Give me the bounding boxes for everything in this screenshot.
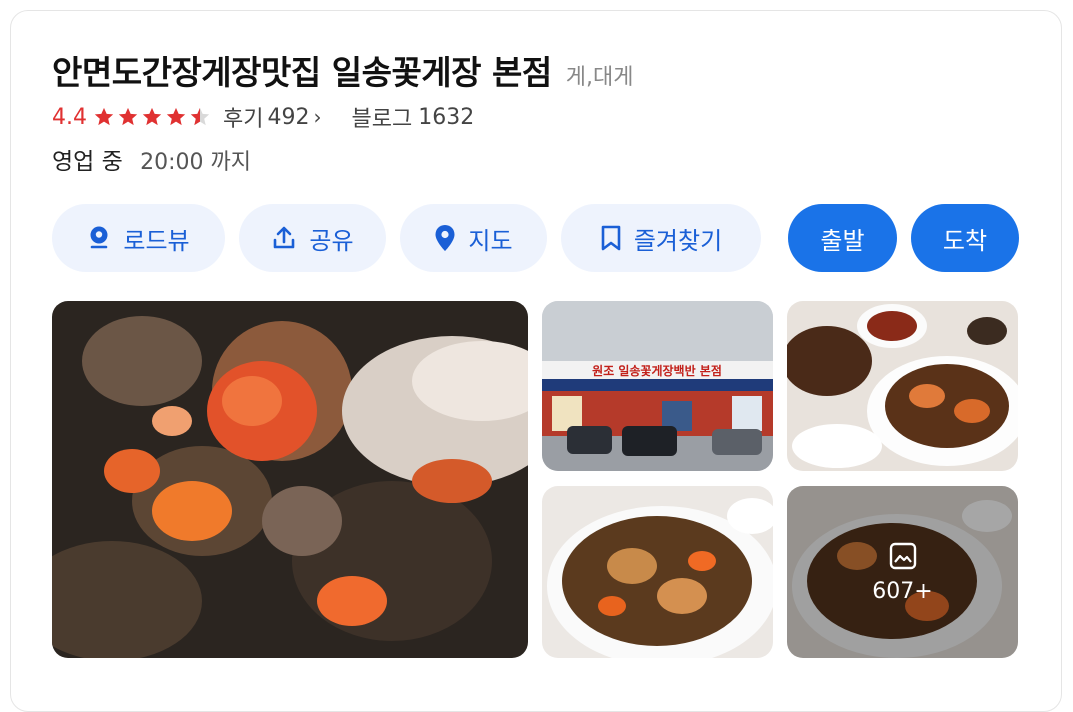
star-icon [142,107,162,126]
depart-button[interactable]: 출발 [788,204,897,272]
arrive-button[interactable]: 도착 [911,204,1019,272]
photo-gallery-icon [889,542,916,569]
crab-table-image [787,301,1018,471]
storefront-sign-text: 원조 일송꽃게장백반 본점 [592,363,722,378]
place-category: 게,대게 [565,65,634,90]
depart-label: 출발 [820,226,865,255]
chevron-right-icon[interactable]: › [313,105,321,129]
star-icon [166,107,186,126]
map-label: 지도 [468,226,513,255]
dish-photo-2[interactable] [542,486,773,658]
share-icon [274,226,295,249]
crab-closeup-image [52,301,528,658]
map-button[interactable]: 지도 [400,204,547,272]
blog-count[interactable]: 1632 [418,105,474,130]
title-row: 안면도간장게장맛집 일송꽃게장 본점 게,대게 [52,46,633,94]
review-link[interactable]: 후기 [223,101,263,133]
roadview-label: 로드뷰 [123,226,190,255]
bookmark-label: 즐겨찾기 [633,226,723,255]
open-status: 영업 중 [52,149,123,175]
rating-row: 4.4 후기 492 › 블로그 1632 [52,101,474,133]
bookmark-button[interactable]: 즐겨찾기 [561,204,761,272]
hours-row: 영업 중 20:00 까지 [52,142,251,176]
star-icon [118,107,138,126]
storefront-photo[interactable]: 원조 일송꽃게장백반 본점 [542,301,773,471]
more-photos-overlay: 607+ [787,486,1018,658]
arrive-label: 도착 [942,226,988,255]
share-button[interactable]: 공유 [239,204,386,272]
blog-link[interactable]: 블로그 [351,101,412,133]
closing-time: 20:00 까지 [140,150,251,175]
rating-score: 4.4 [52,104,87,130]
roadview-icon [90,226,108,249]
dish-photo-1[interactable] [787,301,1018,471]
map-pin-icon [435,225,455,251]
share-label: 공유 [309,226,354,255]
bookmark-icon [601,225,621,251]
star-rating [93,106,213,128]
more-photos-tile[interactable]: 607+ [787,486,1018,658]
more-photos-count: 607+ [872,578,933,604]
storefront-image: 원조 일송꽃게장백반 본점 [542,301,773,471]
place-title[interactable]: 안면도간장게장맛집 일송꽃게장 본점 [52,46,552,94]
main-photo[interactable] [52,301,528,658]
crab-plate-image [542,486,773,658]
review-count[interactable]: 492 [267,105,309,130]
star-icon [94,107,114,126]
roadview-button[interactable]: 로드뷰 [52,204,225,272]
star-half-icon [190,107,210,126]
